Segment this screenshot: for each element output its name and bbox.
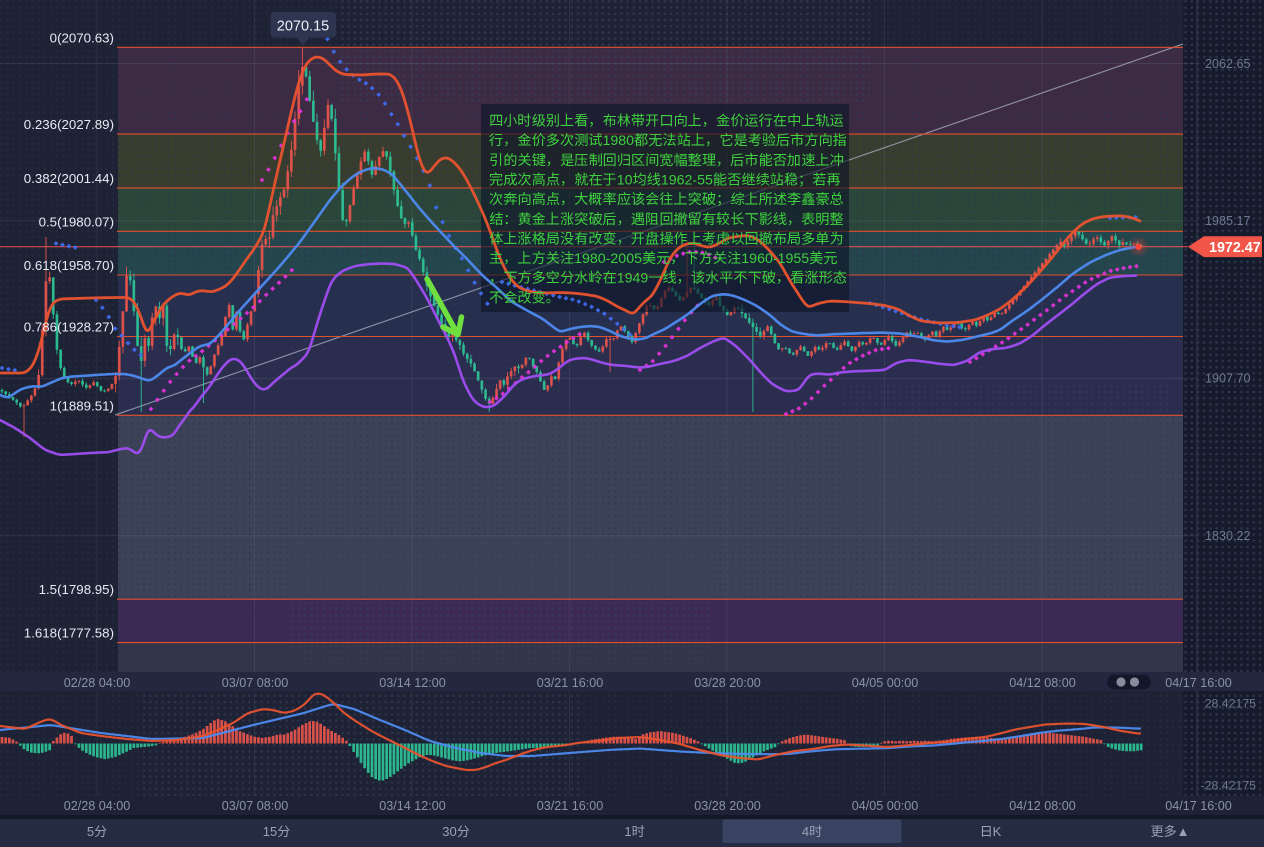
svg-text:0.5(1980.07): 0.5(1980.07) xyxy=(39,214,114,229)
svg-text:结：黄金上涨突破后，遇阻回撤留有较长下影线，表明整: 结：黄金上涨突破后，遇阻回撤留有较长下影线，表明整 xyxy=(489,211,844,228)
svg-text:30分: 30分 xyxy=(442,824,469,839)
svg-text:1时: 1时 xyxy=(624,824,644,839)
svg-text:04/12 08:00: 04/12 08:00 xyxy=(1009,799,1076,813)
svg-text:04/12 08:00: 04/12 08:00 xyxy=(1009,676,1076,690)
svg-text:更多▲: 更多▲ xyxy=(1151,824,1190,839)
svg-text:2070.15: 2070.15 xyxy=(277,19,329,35)
svg-text:04/05 00:00: 04/05 00:00 xyxy=(852,799,919,813)
svg-text:03/21 16:00: 03/21 16:00 xyxy=(537,799,604,813)
svg-text:2062.65: 2062.65 xyxy=(1205,57,1251,71)
svg-text:02/28 04:00: 02/28 04:00 xyxy=(64,676,131,690)
svg-text:03/28 20:00: 03/28 20:00 xyxy=(694,799,761,813)
svg-text:0(2070.63): 0(2070.63) xyxy=(50,30,114,45)
svg-text:1907.70: 1907.70 xyxy=(1205,372,1251,386)
svg-text:完成次高点，就在于10均线1962-55能否继续站稳；若再: 完成次高点，就在于10均线1962-55能否继续站稳；若再 xyxy=(489,171,841,188)
svg-text:5分: 5分 xyxy=(87,824,107,839)
svg-text:0.382(2001.44): 0.382(2001.44) xyxy=(24,171,114,186)
svg-text:-28.42175: -28.42175 xyxy=(1201,779,1257,793)
svg-text:，下方多空分水岭在1949一线，该水平不下破，看涨形态: ，下方多空分水岭在1949一线，该水平不下破，看涨形态 xyxy=(489,270,847,287)
svg-text:1830.22: 1830.22 xyxy=(1205,529,1251,543)
svg-text:03/28 20:00: 03/28 20:00 xyxy=(694,676,761,690)
svg-text:四小时级别上看，布林带开口向上，金价运行在中上轨运: 四小时级别上看，布林带开口向上，金价运行在中上轨运 xyxy=(489,113,845,130)
svg-text:次奔向高点，大概率应该会往上突破；综上所述李鑫豪总: 次奔向高点，大概率应该会往上突破；综上所述李鑫豪总 xyxy=(489,191,844,208)
svg-text:0.236(2027.89): 0.236(2027.89) xyxy=(24,117,114,132)
svg-text:不会改变。: 不会改变。 xyxy=(489,289,560,306)
svg-text:28.42175: 28.42175 xyxy=(1205,697,1256,711)
svg-text:03/21 16:00: 03/21 16:00 xyxy=(537,676,604,690)
svg-text:03/14 12:00: 03/14 12:00 xyxy=(379,799,446,813)
svg-text:0.786(1928.27): 0.786(1928.27) xyxy=(24,320,114,335)
svg-text:体上涨格局没有改变，开盘操作上考虑以回撤布局多单为: 体上涨格局没有改变，开盘操作上考虑以回撤布局多单为 xyxy=(489,230,844,247)
svg-text:04/05 00:00: 04/05 00:00 xyxy=(852,676,919,690)
svg-text:0.618(1958.70): 0.618(1958.70) xyxy=(24,258,114,273)
svg-text:15分: 15分 xyxy=(263,824,290,839)
svg-text:04/17 16:00: 04/17 16:00 xyxy=(1165,676,1232,690)
svg-text:日K: 日K xyxy=(980,824,1002,839)
svg-text:03/14 12:00: 03/14 12:00 xyxy=(379,676,446,690)
svg-text:主，上方关注1980-2005美元，下方关注1960-195: 主，上方关注1980-2005美元，下方关注1960-1955美元 xyxy=(489,250,838,267)
svg-text:1985.17: 1985.17 xyxy=(1205,214,1251,228)
svg-text:1.5(1798.95): 1.5(1798.95) xyxy=(39,582,114,597)
svg-text:行，金价多次测试1980都无法站上，它是考验后市方向指: 行，金价多次测试1980都无法站上，它是考验后市方向指 xyxy=(489,132,848,149)
svg-text:02/28 04:00: 02/28 04:00 xyxy=(64,799,131,813)
svg-text:04/17 16:00: 04/17 16:00 xyxy=(1165,799,1232,813)
svg-text:03/07 08:00: 03/07 08:00 xyxy=(222,799,289,813)
svg-text:1972.47: 1972.47 xyxy=(1209,240,1261,256)
svg-text:1(1889.51): 1(1889.51) xyxy=(50,398,114,413)
svg-text:引的关键，是压制回归区间宽幅整理，后市能否加速上冲: 引的关键，是压制回归区间宽幅整理，后市能否加速上冲 xyxy=(489,152,844,169)
svg-text:03/07 08:00: 03/07 08:00 xyxy=(222,676,289,690)
svg-text:1.618(1777.58): 1.618(1777.58) xyxy=(24,626,114,641)
svg-text:4时: 4时 xyxy=(802,824,822,839)
